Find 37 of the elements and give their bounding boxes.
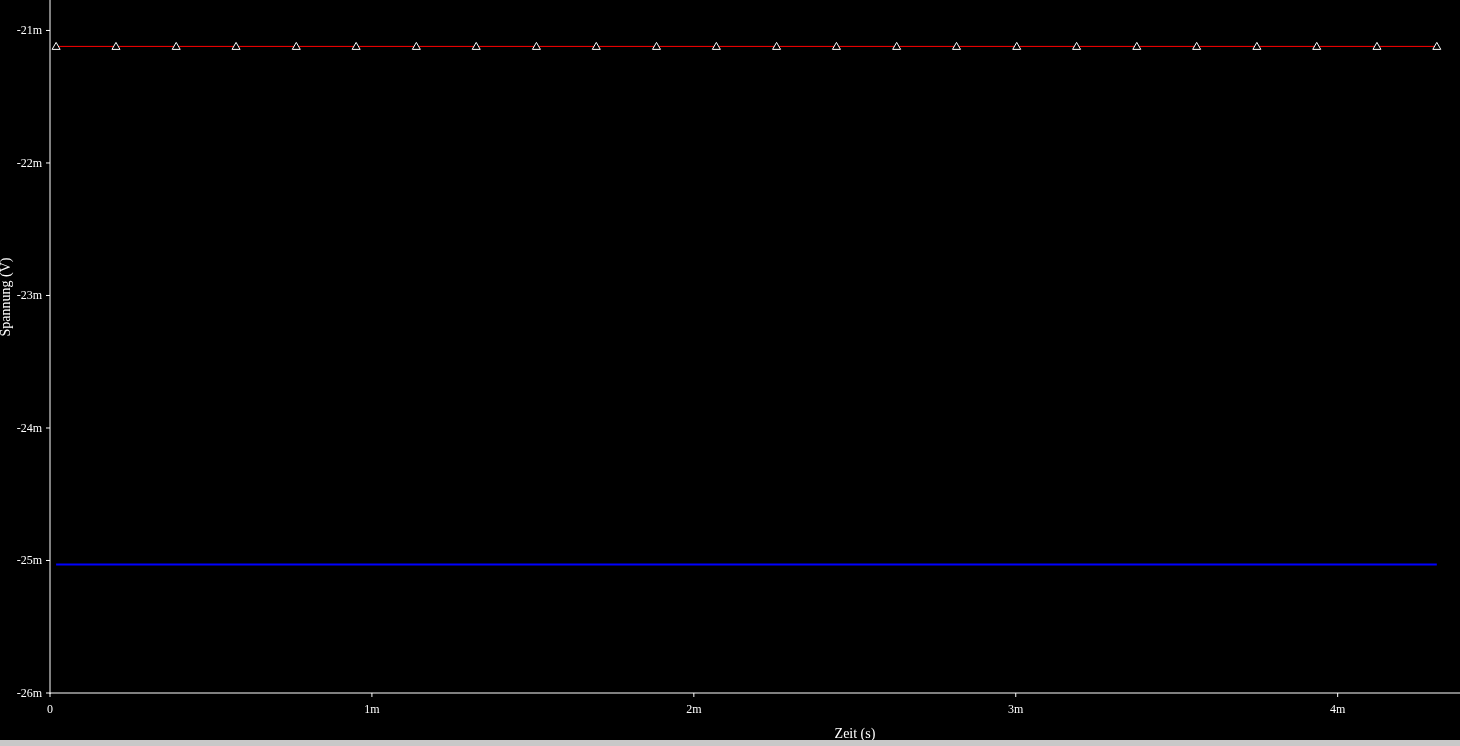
triangle-marker [1252, 41, 1262, 50]
triangle-marker [1372, 41, 1382, 50]
triangle-marker [952, 41, 961, 50]
x-tick-label: 0 [47, 702, 53, 716]
y-axis-title: Spannung (V) [0, 257, 13, 337]
triangle-marker [772, 41, 782, 50]
triangle-marker [351, 41, 361, 50]
x-tick-label: 3m [1008, 702, 1024, 716]
y-tick-label: -25m [16, 553, 42, 568]
triangle-marker [831, 41, 841, 50]
triangle-marker [291, 41, 301, 50]
triangle-marker [1192, 41, 1202, 50]
y-tick-label: -21m [16, 23, 42, 38]
triangle-marker [892, 41, 902, 50]
triangle-marker [711, 41, 721, 50]
x-axis-title: Zeit (s) [834, 726, 876, 741]
triangle-marker [1312, 41, 1322, 50]
triangle-marker [471, 41, 481, 50]
y-tick-label: -26m [16, 686, 42, 700]
triangle-marker [51, 41, 61, 50]
triangle-marker [411, 41, 421, 50]
triangle-marker [231, 41, 241, 50]
triangle-marker [1432, 41, 1442, 50]
y-tick-label: -23m [16, 288, 42, 303]
x-tick-label: 2m [686, 702, 702, 716]
y-tick-label: -22m [16, 156, 42, 170]
x-tick-label: 4m [1330, 702, 1346, 716]
triangle-marker [1132, 41, 1142, 50]
y-tick-label: -24m [16, 421, 42, 435]
triangle-marker [591, 41, 601, 50]
triangle-marker [1072, 41, 1082, 50]
triangle-marker [652, 41, 661, 50]
triangle-marker [531, 41, 541, 50]
x-tick-label: 1m [364, 702, 380, 716]
triangle-marker [1012, 41, 1022, 50]
triangle-marker [111, 41, 121, 50]
triangle-marker [171, 41, 181, 50]
